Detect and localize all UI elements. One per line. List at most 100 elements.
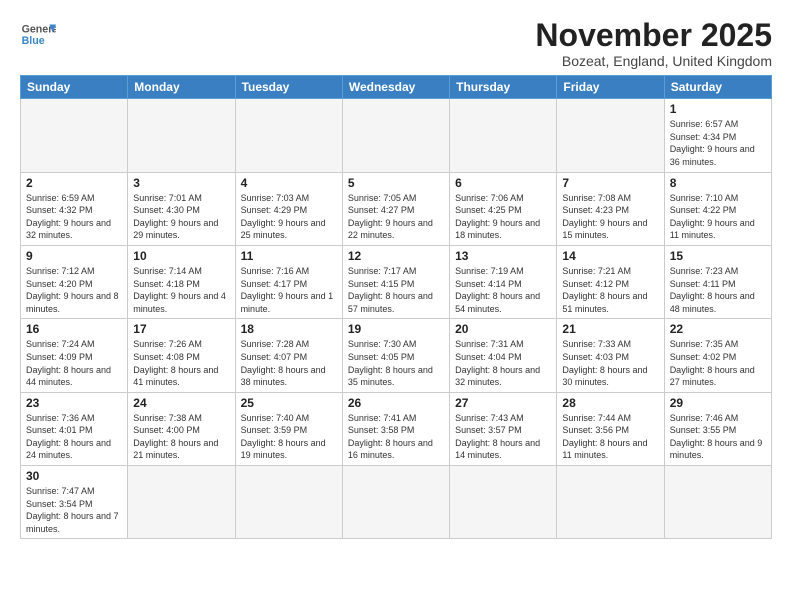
calendar-cell: 9 Sunrise: 7:12 AMSunset: 4:20 PMDaylight… bbox=[21, 245, 128, 318]
calendar-cell bbox=[235, 466, 342, 539]
day-info: Sunrise: 7:14 AMSunset: 4:18 PMDaylight:… bbox=[133, 265, 229, 315]
day-number: 9 bbox=[26, 249, 122, 263]
day-info: Sunrise: 7:01 AMSunset: 4:30 PMDaylight:… bbox=[133, 192, 229, 242]
calendar-cell bbox=[342, 466, 449, 539]
generalblue-logo-icon: General Blue bbox=[20, 18, 56, 54]
day-number: 14 bbox=[562, 249, 658, 263]
day-info: Sunrise: 7:24 AMSunset: 4:09 PMDaylight:… bbox=[26, 338, 122, 388]
day-number: 2 bbox=[26, 176, 122, 190]
calendar-cell: 10Sunrise: 7:14 AMSunset: 4:18 PMDayligh… bbox=[128, 245, 235, 318]
calendar-cell: 22Sunrise: 7:35 AMSunset: 4:02 PMDayligh… bbox=[664, 319, 771, 392]
day-info: Sunrise: 7:28 AMSunset: 4:07 PMDaylight:… bbox=[241, 338, 337, 388]
calendar-cell: 24 Sunrise: 7:38 AMSunset: 4:00 PMDayligh… bbox=[128, 392, 235, 465]
day-number: 28 bbox=[562, 396, 658, 410]
week-row-5: 23Sunrise: 7:36 AMSunset: 4:01 PMDayligh… bbox=[21, 392, 772, 465]
logo: General Blue bbox=[20, 18, 56, 54]
day-number: 3 bbox=[133, 176, 229, 190]
day-info: Sunrise: 7:05 AMSunset: 4:27 PMDaylight:… bbox=[348, 192, 444, 242]
calendar-cell: 12Sunrise: 7:17 AMSunset: 4:15 PMDayligh… bbox=[342, 245, 449, 318]
calendar-cell bbox=[21, 99, 128, 172]
day-number: 8 bbox=[670, 176, 766, 190]
day-info: Sunrise: 7:26 AMSunset: 4:08 PMDaylight:… bbox=[133, 338, 229, 388]
weekday-header-tuesday: Tuesday bbox=[235, 76, 342, 99]
day-info: Sunrise: 7:10 AMSunset: 4:22 PMDaylight:… bbox=[670, 192, 766, 242]
calendar-cell: 18 Sunrise: 7:28 AMSunset: 4:07 PMDayligh… bbox=[235, 319, 342, 392]
calendar-cell: 6 Sunrise: 7:06 AMSunset: 4:25 PMDaylight… bbox=[450, 172, 557, 245]
calendar-cell: 5 Sunrise: 7:05 AMSunset: 4:27 PMDaylight… bbox=[342, 172, 449, 245]
title-block: November 2025 Bozeat, England, United Ki… bbox=[535, 18, 772, 69]
day-number: 21 bbox=[562, 322, 658, 336]
calendar-cell bbox=[128, 466, 235, 539]
day-info: Sunrise: 7:08 AMSunset: 4:23 PMDaylight:… bbox=[562, 192, 658, 242]
day-info: Sunrise: 7:44 AMSunset: 3:56 PMDaylight:… bbox=[562, 412, 658, 462]
calendar-cell: 7Sunrise: 7:08 AMSunset: 4:23 PMDaylight… bbox=[557, 172, 664, 245]
calendar-cell bbox=[450, 99, 557, 172]
week-row-3: 9 Sunrise: 7:12 AMSunset: 4:20 PMDaylight… bbox=[21, 245, 772, 318]
day-number: 26 bbox=[348, 396, 444, 410]
weekday-header-monday: Monday bbox=[128, 76, 235, 99]
calendar-cell: 3 Sunrise: 7:01 AMSunset: 4:30 PMDaylight… bbox=[128, 172, 235, 245]
day-number: 15 bbox=[670, 249, 766, 263]
calendar-cell bbox=[450, 466, 557, 539]
day-info: Sunrise: 7:03 AMSunset: 4:29 PMDaylight:… bbox=[241, 192, 337, 242]
day-number: 12 bbox=[348, 249, 444, 263]
page: General Blue November 2025 Bozeat, Engla… bbox=[0, 0, 792, 612]
calendar-cell: 11Sunrise: 7:16 AMSunset: 4:17 PMDayligh… bbox=[235, 245, 342, 318]
day-number: 18 bbox=[241, 322, 337, 336]
weekday-header-thursday: Thursday bbox=[450, 76, 557, 99]
month-title: November 2025 bbox=[535, 18, 772, 53]
calendar-cell bbox=[342, 99, 449, 172]
calendar-cell bbox=[557, 99, 664, 172]
day-number: 24 bbox=[133, 396, 229, 410]
day-info: Sunrise: 7:38 AMSunset: 4:00 PMDaylight:… bbox=[133, 412, 229, 462]
calendar-cell bbox=[235, 99, 342, 172]
header: General Blue November 2025 Bozeat, Engla… bbox=[20, 18, 772, 69]
calendar-cell: 26 Sunrise: 7:41 AMSunset: 3:58 PMDayligh… bbox=[342, 392, 449, 465]
location-subtitle: Bozeat, England, United Kingdom bbox=[535, 53, 772, 69]
day-number: 30 bbox=[26, 469, 122, 483]
day-info: Sunrise: 7:12 AMSunset: 4:20 PMDaylight:… bbox=[26, 265, 122, 315]
day-number: 5 bbox=[348, 176, 444, 190]
weekday-header-saturday: Saturday bbox=[664, 76, 771, 99]
day-number: 13 bbox=[455, 249, 551, 263]
weekday-header-sunday: Sunday bbox=[21, 76, 128, 99]
day-info: Sunrise: 7:06 AMSunset: 4:25 PMDaylight:… bbox=[455, 192, 551, 242]
day-info: Sunrise: 7:36 AMSunset: 4:01 PMDaylight:… bbox=[26, 412, 122, 462]
day-number: 17 bbox=[133, 322, 229, 336]
day-info: Sunrise: 7:41 AMSunset: 3:58 PMDaylight:… bbox=[348, 412, 444, 462]
calendar-cell: 13 Sunrise: 7:19 AMSunset: 4:14 PMDayligh… bbox=[450, 245, 557, 318]
calendar-cell: 21Sunrise: 7:33 AMSunset: 4:03 PMDayligh… bbox=[557, 319, 664, 392]
calendar-cell: 29Sunrise: 7:46 AMSunset: 3:55 PMDayligh… bbox=[664, 392, 771, 465]
calendar-table: SundayMondayTuesdayWednesdayThursdayFrid… bbox=[20, 75, 772, 539]
calendar-cell: 16 Sunrise: 7:24 AMSunset: 4:09 PMDayligh… bbox=[21, 319, 128, 392]
weekday-header-wednesday: Wednesday bbox=[342, 76, 449, 99]
day-info: Sunrise: 6:59 AMSunset: 4:32 PMDaylight:… bbox=[26, 192, 122, 242]
calendar-cell: 23Sunrise: 7:36 AMSunset: 4:01 PMDayligh… bbox=[21, 392, 128, 465]
calendar-cell bbox=[557, 466, 664, 539]
day-number: 29 bbox=[670, 396, 766, 410]
day-info: Sunrise: 6:57 AMSunset: 4:34 PMDaylight:… bbox=[670, 118, 766, 168]
week-row-2: 2 Sunrise: 6:59 AMSunset: 4:32 PMDaylight… bbox=[21, 172, 772, 245]
weekday-header-row: SundayMondayTuesdayWednesdayThursdayFrid… bbox=[21, 76, 772, 99]
calendar-cell: 27 Sunrise: 7:43 AMSunset: 3:57 PMDayligh… bbox=[450, 392, 557, 465]
calendar-cell bbox=[664, 466, 771, 539]
day-info: Sunrise: 7:43 AMSunset: 3:57 PMDaylight:… bbox=[455, 412, 551, 462]
day-number: 16 bbox=[26, 322, 122, 336]
calendar-cell: 2 Sunrise: 6:59 AMSunset: 4:32 PMDaylight… bbox=[21, 172, 128, 245]
day-number: 6 bbox=[455, 176, 551, 190]
calendar-cell bbox=[128, 99, 235, 172]
day-info: Sunrise: 7:31 AMSunset: 4:04 PMDaylight:… bbox=[455, 338, 551, 388]
calendar-cell: 20 Sunrise: 7:31 AMSunset: 4:04 PMDayligh… bbox=[450, 319, 557, 392]
calendar-cell: 1Sunrise: 6:57 AMSunset: 4:34 PMDaylight… bbox=[664, 99, 771, 172]
day-info: Sunrise: 7:23 AMSunset: 4:11 PMDaylight:… bbox=[670, 265, 766, 315]
calendar-cell: 14Sunrise: 7:21 AMSunset: 4:12 PMDayligh… bbox=[557, 245, 664, 318]
day-number: 11 bbox=[241, 249, 337, 263]
calendar-cell: 19Sunrise: 7:30 AMSunset: 4:05 PMDayligh… bbox=[342, 319, 449, 392]
day-number: 20 bbox=[455, 322, 551, 336]
week-row-4: 16 Sunrise: 7:24 AMSunset: 4:09 PMDayligh… bbox=[21, 319, 772, 392]
calendar-cell: 28 Sunrise: 7:44 AMSunset: 3:56 PMDayligh… bbox=[557, 392, 664, 465]
day-info: Sunrise: 7:19 AMSunset: 4:14 PMDaylight:… bbox=[455, 265, 551, 315]
calendar-cell: 8 Sunrise: 7:10 AMSunset: 4:22 PMDaylight… bbox=[664, 172, 771, 245]
calendar-cell: 30Sunrise: 7:47 AMSunset: 3:54 PMDayligh… bbox=[21, 466, 128, 539]
day-number: 27 bbox=[455, 396, 551, 410]
